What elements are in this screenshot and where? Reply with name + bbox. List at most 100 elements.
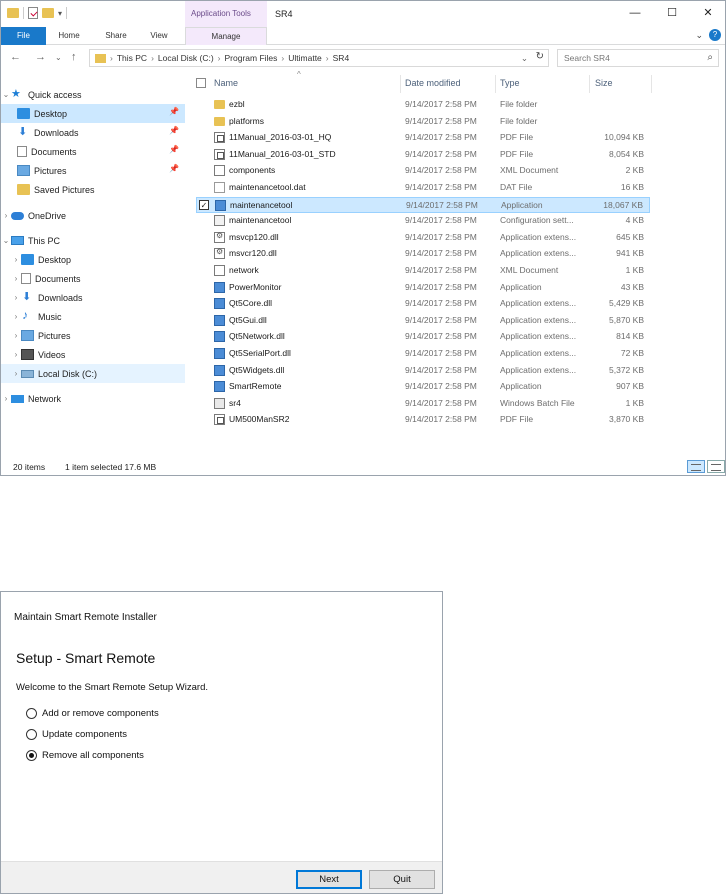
- nav-pc-music[interactable]: › Music: [1, 307, 185, 326]
- recent-locations-icon[interactable]: ⌄: [55, 53, 62, 62]
- pin-icon[interactable]: 📌: [169, 145, 179, 154]
- breadcrumb-ultimatte[interactable]: Ultimatte: [288, 53, 322, 63]
- chevron-right-icon[interactable]: ›: [11, 312, 21, 321]
- breadcrumb-program-files[interactable]: Program Files: [225, 53, 278, 63]
- column-divider[interactable]: [589, 75, 590, 93]
- column-divider[interactable]: [400, 75, 401, 93]
- close-button[interactable]: ✕: [693, 5, 723, 21]
- chevron-right-icon[interactable]: ›: [1, 211, 11, 220]
- breadcrumb-sr4[interactable]: SR4: [333, 53, 350, 63]
- pin-icon[interactable]: 📌: [169, 126, 179, 135]
- chevron-right-icon[interactable]: ›: [151, 53, 154, 63]
- row-checkbox[interactable]: ✓: [199, 199, 209, 210]
- radio-button-selected[interactable]: [26, 749, 37, 761]
- chevron-right-icon[interactable]: ›: [1, 394, 11, 403]
- file-row[interactable]: ezbl 9/14/2017 2:58 PM File folder: [196, 97, 650, 113]
- chevron-right-icon[interactable]: ›: [11, 350, 21, 359]
- radio-button[interactable]: [26, 728, 37, 740]
- tab-share[interactable]: Share: [97, 27, 135, 45]
- nav-network[interactable]: › Network: [1, 389, 185, 408]
- tab-home[interactable]: Home: [51, 27, 87, 45]
- nav-quick-desktop[interactable]: Desktop 📌: [1, 104, 185, 123]
- next-button[interactable]: Next: [296, 870, 362, 889]
- file-row[interactable]: PowerMonitor 9/14/2017 2:58 PM Application…: [196, 280, 650, 296]
- forward-icon[interactable]: →: [35, 51, 46, 63]
- tab-view[interactable]: View: [141, 27, 177, 45]
- radio-button[interactable]: [26, 707, 37, 719]
- nav-pc-local-disk[interactable]: › Local Disk (C:): [1, 364, 185, 383]
- file-row[interactable]: Qt5Gui.dll 9/14/2017 2:58 PM Application e…: [196, 313, 650, 329]
- nav-pc-downloads[interactable]: › Downloads: [1, 288, 185, 307]
- chevron-right-icon[interactable]: ›: [326, 53, 329, 63]
- nav-onedrive[interactable]: › OneDrive: [1, 206, 185, 225]
- folder-icon[interactable]: [7, 8, 19, 18]
- tab-manage[interactable]: Manage: [185, 27, 267, 45]
- customize-toolbar-icon[interactable]: ▾: [58, 9, 62, 18]
- chevron-right-icon[interactable]: ›: [11, 255, 21, 264]
- file-row[interactable]: Qt5Network.dll 9/14/2017 2:58 PM Applicati…: [196, 329, 650, 345]
- file-row[interactable]: 11Manual_2016-03-01_HQ 9/14/2017 2:58 PM P…: [196, 130, 650, 146]
- back-icon[interactable]: ←: [10, 51, 21, 63]
- column-divider[interactable]: [651, 75, 652, 93]
- quit-button[interactable]: Quit: [369, 870, 435, 889]
- file-row[interactable]: components 9/14/2017 2:58 PM XML Document 2…: [196, 163, 650, 179]
- new-folder-icon[interactable]: [42, 8, 54, 18]
- file-row[interactable]: Qt5SerialPort.dll 9/14/2017 2:58 PM Applic…: [196, 346, 650, 362]
- chevron-right-icon[interactable]: ›: [11, 331, 21, 340]
- chevron-right-icon[interactable]: ›: [11, 293, 21, 302]
- file-row[interactable]: Qt5Core.dll 9/14/2017 2:58 PM Application …: [196, 296, 650, 312]
- file-row[interactable]: msvcr120.dll 9/14/2017 2:58 PM Application…: [196, 246, 650, 262]
- nav-quick-access[interactable]: ⌄ ★ Quick access: [1, 85, 185, 104]
- nav-pc-pictures[interactable]: › Pictures: [1, 326, 185, 345]
- file-row[interactable]: UM500ManSR2 9/14/2017 2:58 PM PDF File 3,87…: [196, 412, 650, 428]
- column-header-type[interactable]: Type: [500, 78, 520, 88]
- tab-file[interactable]: File: [1, 27, 46, 45]
- properties-icon[interactable]: [28, 7, 38, 19]
- nav-quick-downloads[interactable]: Downloads 📌: [1, 123, 185, 142]
- file-row[interactable]: ✓ maintenancetool 9/14/2017 2:58 PM Applica…: [196, 196, 650, 213]
- nav-pc-videos[interactable]: › Videos: [1, 345, 185, 364]
- nav-quick-pictures[interactable]: Pictures 📌: [1, 161, 185, 180]
- file-row[interactable]: msvcp120.dll 9/14/2017 2:58 PM Application…: [196, 230, 650, 246]
- column-header-name[interactable]: Name: [214, 78, 238, 88]
- nav-this-pc[interactable]: ⌄ This PC: [1, 231, 185, 250]
- column-header-date[interactable]: Date modified: [405, 78, 461, 88]
- chevron-down-icon[interactable]: ⌄: [1, 90, 11, 99]
- option-add-remove-components[interactable]: Add or remove components: [26, 706, 159, 720]
- search-icon[interactable]: ⌕: [707, 52, 713, 63]
- chevron-right-icon[interactable]: ›: [218, 53, 221, 63]
- chevron-right-icon[interactable]: ›: [11, 274, 21, 283]
- column-divider[interactable]: [495, 75, 496, 93]
- expand-ribbon-icon[interactable]: ⌄: [695, 30, 703, 41]
- minimize-button[interactable]: —: [620, 5, 650, 21]
- nav-pc-desktop[interactable]: › Desktop: [1, 250, 185, 269]
- file-row[interactable]: network 9/14/2017 2:58 PM XML Document 1 KB: [196, 263, 650, 279]
- option-update-components[interactable]: Update components: [26, 727, 127, 741]
- pin-icon[interactable]: 📌: [169, 107, 179, 116]
- file-row[interactable]: maintenancetool.dat 9/14/2017 2:58 PM DAT …: [196, 180, 650, 196]
- file-row[interactable]: sr4 9/14/2017 2:58 PM Windows Batch File 1 …: [196, 396, 650, 412]
- nav-quick-saved-pictures[interactable]: Saved Pictures: [1, 180, 185, 199]
- select-all-checkbox[interactable]: [196, 78, 206, 88]
- refresh-icon[interactable]: ↻: [536, 51, 544, 62]
- maximize-button[interactable]: ☐: [657, 5, 687, 21]
- chevron-right-icon[interactable]: ›: [281, 53, 284, 63]
- chevron-down-icon[interactable]: ⌄: [521, 53, 528, 64]
- nav-quick-documents[interactable]: Documents 📌: [1, 142, 185, 161]
- search-input[interactable]: Search SR4 ⌕: [557, 49, 719, 67]
- file-row[interactable]: SmartRemote 9/14/2017 2:58 PM Application 9…: [196, 379, 650, 395]
- large-icons-view-icon[interactable]: [707, 460, 725, 473]
- file-row[interactable]: 11Manual_2016-03-01_STD 9/14/2017 2:58 PM…: [196, 147, 650, 163]
- up-icon[interactable]: ↑: [71, 51, 77, 63]
- pin-icon[interactable]: 📌: [169, 164, 179, 173]
- help-icon[interactable]: ?: [709, 29, 721, 41]
- chevron-right-icon[interactable]: ›: [110, 53, 113, 63]
- file-row[interactable]: maintenancetool 9/14/2017 2:58 PM Configur…: [196, 213, 650, 229]
- file-row[interactable]: Qt5Widgets.dll 9/14/2017 2:58 PM Applicati…: [196, 363, 650, 379]
- breadcrumb-this-pc[interactable]: This PC: [117, 53, 147, 63]
- column-header-size[interactable]: Size: [595, 78, 613, 88]
- option-remove-all-components[interactable]: Remove all components: [26, 748, 144, 762]
- breadcrumb-local-disk[interactable]: Local Disk (C:): [158, 53, 214, 63]
- details-view-icon[interactable]: [687, 460, 705, 473]
- address-box[interactable]: › This PC › Local Disk (C:) › Program Fi…: [89, 49, 549, 67]
